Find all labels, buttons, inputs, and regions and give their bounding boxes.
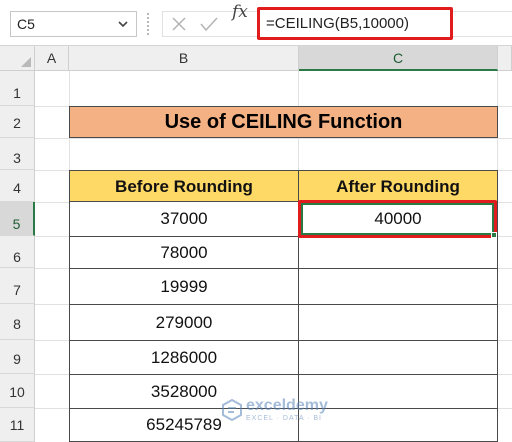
formula-bar-area: C5 fx =CEILING(B5,10000): [0, 0, 512, 46]
cell-b8[interactable]: 279000: [69, 304, 299, 341]
sheet-title[interactable]: Use of CEILING Function: [69, 106, 498, 138]
formula-input-extension[interactable]: [453, 11, 512, 37]
row-header-9[interactable]: 9: [0, 340, 35, 374]
cell-b9[interactable]: 1286000: [69, 340, 299, 375]
watermark: exceldemy EXCEL · DATA · BI: [222, 397, 352, 427]
spreadsheet-window: C5 fx =CEILING(B5,10000) A B C 1 2 3 4 5…: [0, 0, 512, 442]
watermark-name: exceldemy: [246, 397, 328, 414]
header-after-rounding[interactable]: After Rounding: [298, 170, 498, 202]
formula-input[interactable]: =CEILING(B5,10000): [257, 7, 453, 40]
cell-b6[interactable]: 78000: [69, 236, 299, 269]
column-header-b[interactable]: B: [69, 46, 299, 71]
header-before-rounding[interactable]: Before Rounding: [69, 170, 299, 202]
row-header-7[interactable]: 7: [0, 268, 35, 304]
cell-c8[interactable]: [298, 304, 498, 341]
insert-function-icon[interactable]: fx: [232, 2, 248, 22]
watermark-tagline: EXCEL · DATA · BI: [246, 415, 322, 422]
column-header-c[interactable]: C: [299, 46, 498, 71]
row-header-3[interactable]: 3: [0, 138, 35, 170]
column-header-a[interactable]: A: [35, 46, 69, 71]
row-header-5[interactable]: 5: [0, 202, 35, 236]
row-header-1[interactable]: 1: [0, 71, 35, 106]
chevron-down-icon[interactable]: [116, 17, 130, 31]
gridline: [35, 138, 512, 139]
name-box[interactable]: C5: [10, 11, 137, 37]
highlight-box: [298, 200, 497, 238]
cell-b5[interactable]: 37000: [69, 201, 299, 237]
row-header-8[interactable]: 8: [0, 304, 35, 340]
cell-c9[interactable]: [298, 340, 498, 375]
exceldemy-logo-icon: [222, 399, 242, 421]
fill-handle[interactable]: [491, 232, 497, 238]
name-box-value: C5: [17, 16, 35, 32]
row-header-2[interactable]: 2: [0, 106, 35, 138]
cell-c7[interactable]: [298, 268, 498, 305]
cell-c6[interactable]: [298, 236, 498, 269]
cancel-icon[interactable]: [171, 16, 187, 32]
column-header-d[interactable]: [498, 46, 512, 71]
row-header-4[interactable]: 4: [0, 170, 35, 202]
formula-bar-divider: [147, 13, 149, 35]
formula-text: =CEILING(B5,10000): [266, 15, 409, 32]
select-all-corner[interactable]: [0, 46, 35, 71]
row-header-11[interactable]: 11: [0, 408, 35, 442]
row-header-10[interactable]: 10: [0, 374, 35, 408]
cell-b7[interactable]: 19999: [69, 268, 299, 305]
enter-check-icon[interactable]: [199, 16, 219, 32]
row-header-6[interactable]: 6: [0, 236, 35, 268]
